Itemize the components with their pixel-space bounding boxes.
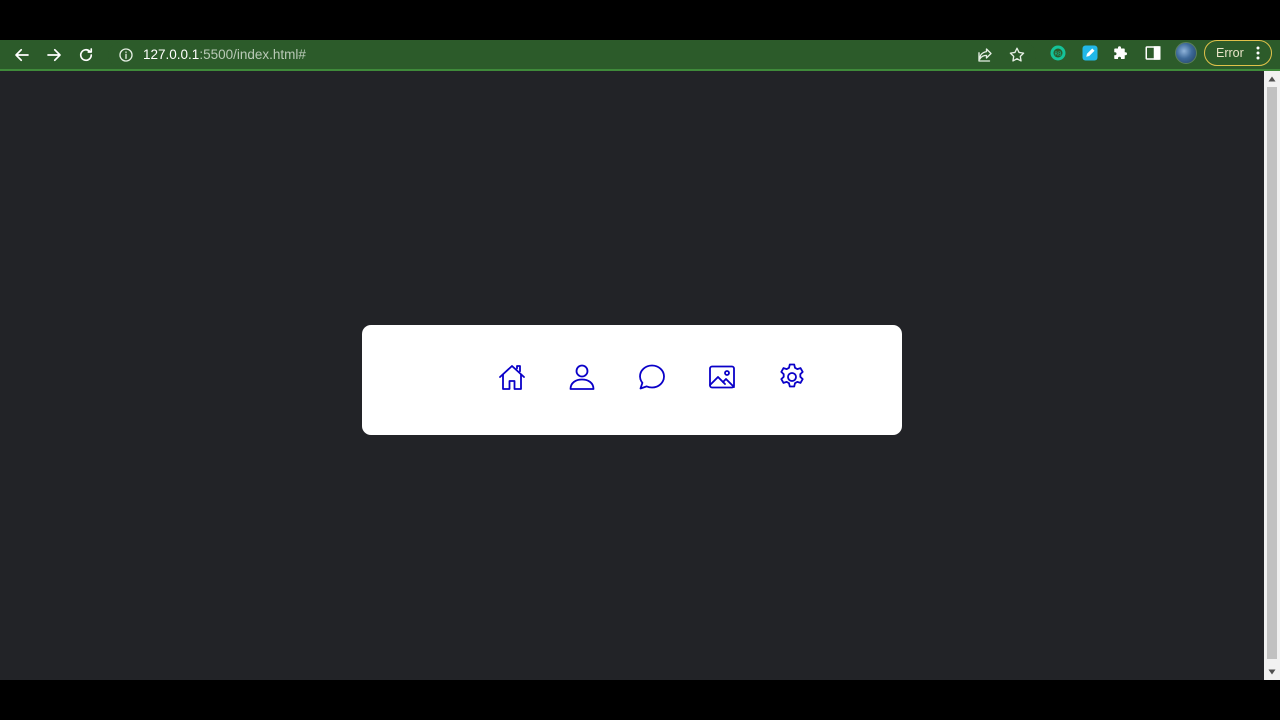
pen-extension[interactable] <box>1080 43 1100 63</box>
back-button[interactable] <box>6 40 38 70</box>
top-letterbox <box>0 0 1280 40</box>
scrollbar-thumb[interactable] <box>1267 87 1277 659</box>
reload-icon <box>79 48 93 62</box>
grammarly-icon: RB <box>1050 45 1066 61</box>
info-icon[interactable] <box>118 47 134 63</box>
chat-icon <box>639 364 665 390</box>
navigation-menu <box>362 325 902 435</box>
home-icon <box>499 365 525 390</box>
gear-icon <box>780 363 804 388</box>
avatar[interactable] <box>1175 42 1197 64</box>
scroll-up-arrow-icon[interactable] <box>1268 75 1276 83</box>
pen-extension-icon <box>1082 45 1098 61</box>
page-viewport <box>0 71 1264 680</box>
image-icon <box>709 365 735 389</box>
address-bar[interactable]: 127.0.0.1:5500/index.html# <box>108 42 1036 68</box>
scroll-down-arrow-icon[interactable] <box>1268 668 1276 676</box>
vertical-scrollbar[interactable] <box>1264 71 1280 680</box>
person-icon <box>569 364 595 390</box>
nav-item-messages[interactable] <box>636 361 668 393</box>
side-panel-icon <box>1145 46 1161 60</box>
forward-icon <box>47 48 61 62</box>
url-text[interactable]: 127.0.0.1:5500/index.html# <box>143 46 306 64</box>
extensions-button[interactable] <box>1111 43 1131 63</box>
forward-button[interactable] <box>38 40 70 70</box>
kebab-menu-icon[interactable] <box>1256 46 1260 60</box>
bottom-letterbox <box>0 680 1280 720</box>
nav-item-settings[interactable] <box>776 361 808 393</box>
navigation-card <box>362 325 902 435</box>
url-path: :5500/index.html# <box>199 47 306 62</box>
profile-error-chip[interactable]: Error <box>1204 40 1272 66</box>
reload-button[interactable] <box>70 40 102 70</box>
grammarly-extension[interactable]: RB <box>1048 43 1068 63</box>
side-panel-button[interactable] <box>1143 43 1163 63</box>
nav-item-home[interactable] <box>496 361 528 393</box>
puzzle-icon <box>1114 46 1127 59</box>
back-icon <box>15 48 29 62</box>
profile-status-label: Error <box>1216 46 1244 60</box>
star-icon[interactable] <box>1008 46 1026 64</box>
svg-text:RB: RB <box>1054 51 1062 57</box>
nav-item-profile[interactable] <box>566 361 598 393</box>
nav-item-gallery[interactable] <box>706 361 738 393</box>
url-host: 127.0.0.1 <box>143 47 200 62</box>
share-icon[interactable] <box>976 46 994 64</box>
